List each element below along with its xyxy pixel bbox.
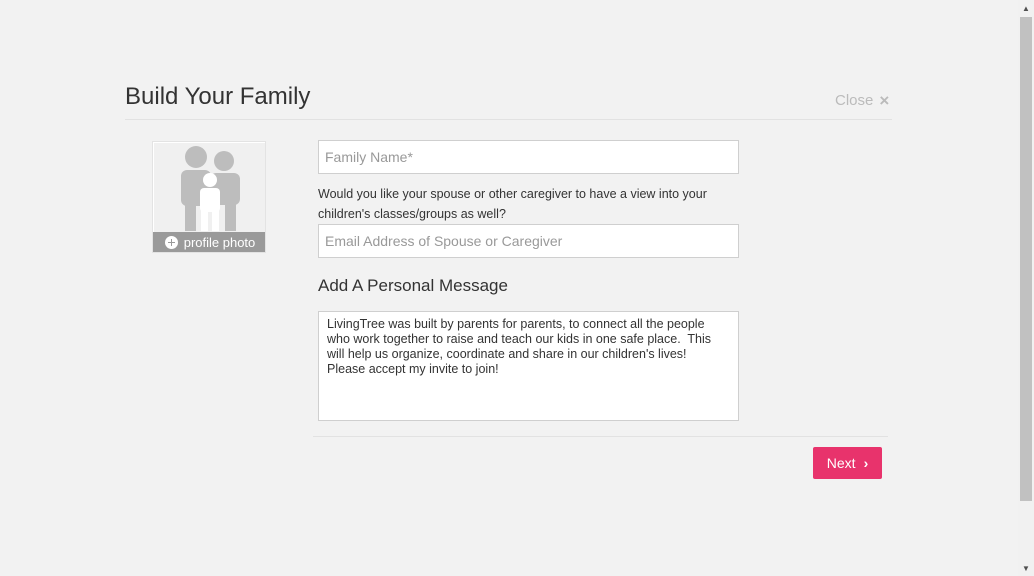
caregiver-question: Would you like your spouse or other care… [318,187,707,221]
next-button[interactable]: Next › [813,447,882,479]
profile-photo-bar[interactable]: profile photo [153,232,265,252]
chevron-right-icon: › [863,455,869,471]
family-name-input[interactable] [318,140,739,174]
header-divider [125,119,892,120]
close-button[interactable]: Close × [835,90,889,110]
modal-title: Build Your Family [125,83,311,110]
profile-photo-label: profile photo [183,234,256,250]
footer-divider [313,436,888,437]
plus-circle-icon [164,235,178,249]
caregiver-email-input[interactable] [318,224,739,258]
close-label: Close [835,91,874,109]
scroll-down-arrow-icon[interactable]: ▼ [1018,560,1034,576]
profile-photo-upload[interactable]: profile photo [152,141,266,253]
family-silhouette-icon [154,143,265,233]
build-family-modal: Build Your Family Close × profile photo [0,0,1018,576]
scroll-thumb[interactable] [1020,17,1032,501]
close-icon: × [879,90,890,110]
personal-message-heading: Add A Personal Message [318,276,508,295]
personal-message-textarea[interactable]: LivingTree was built by parents for pare… [318,311,739,421]
vertical-scrollbar[interactable]: ▲ ▼ [1018,0,1034,576]
next-label: Next [826,455,856,471]
scroll-up-arrow-icon[interactable]: ▲ [1018,0,1034,16]
